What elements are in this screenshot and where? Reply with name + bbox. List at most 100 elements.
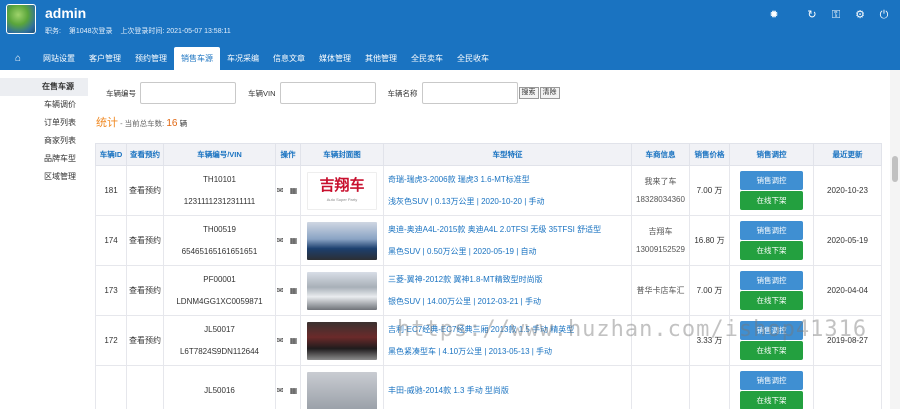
top-header: admin 职务: 第1048次登录 上次登录时间: 2021-05-07 13… (0, 0, 900, 70)
nav-articles[interactable]: 信息文章 (266, 47, 312, 70)
nav-customers[interactable]: 客户管理 (82, 47, 128, 70)
cell-appointment[interactable]: 查看预约 (126, 165, 164, 216)
power-icon[interactable]: ⏻ (876, 8, 892, 22)
dealer-name: 普华卡店车汇 (636, 285, 685, 295)
cover-image[interactable]: 吉翔车 Auto Super Party (307, 171, 377, 210)
feature-model[interactable]: 三菱-翼神-2012款 翼神1.8-MT精致型时尚版 (388, 269, 631, 291)
sidebar-item-on-sale[interactable]: 在售车源 (0, 78, 88, 96)
cell-price: 7.00 万 (689, 265, 730, 316)
scroll-thumb[interactable] (892, 156, 898, 182)
nav-sell-car[interactable]: 全民卖车 (404, 47, 450, 70)
sidebar-item-brands[interactable]: 品牌车型 (0, 150, 88, 168)
edit-icon[interactable]: ✉ (277, 236, 286, 245)
cell-code-vin: JL50017 L6T7824S9DN112644 (163, 315, 276, 366)
theme-icon[interactable]: ✹ (766, 8, 782, 22)
refresh-icon[interactable]: ↻ (804, 8, 820, 22)
stats: 统计 - 当前总车数: 16 辆 (96, 114, 187, 130)
table-header: 车辆ID 查看预约 车辆编号/VIN 操作 车辆封面图 车型特征 车商信息 销售… (95, 143, 882, 166)
offline-button[interactable]: 在线下架 (740, 191, 803, 210)
vin-label: 车辆VIN (248, 88, 276, 98)
cell-updated: 2020-05-19 (813, 215, 882, 266)
vin-input[interactable] (279, 82, 376, 104)
header-tools: ✹ ↻ ⚿ ⚙ ⏻ (758, 8, 892, 22)
dealer-name: 我来了车 (644, 176, 677, 186)
feature-model[interactable]: 奥迪-奥迪A4L-2015款 奥迪A4L 2.0TFSI 无级 35TFSI 舒… (388, 219, 631, 241)
last-login: 上次登录时间: 2021-05-07 13:58:11 (120, 28, 231, 35)
sidebar-item-regions[interactable]: 区域管理 (0, 168, 88, 186)
price-control-button[interactable]: 销售调控 (740, 221, 803, 240)
cell-id (95, 365, 127, 409)
edit-icon[interactable]: ✉ (277, 386, 286, 395)
vehicle-code: JL50017 (204, 324, 235, 334)
offline-button[interactable]: 在线下架 (740, 291, 803, 310)
table-row: 181 查看预约 TH10101 12311112312311111 ✉ ▦ 吉翔车 Aut… (95, 165, 882, 216)
feature-detail: 银色SUV | 14.00万公里 | 2012-03-21 | 手动 (388, 296, 541, 306)
feature-model[interactable]: 奇瑞-瑞虎3-2006款 瑞虎3 1.6-MT标准型 (388, 169, 631, 191)
image-icon[interactable]: ▦ (290, 386, 300, 395)
edit-icon[interactable]: ✉ (277, 186, 286, 195)
cell-control: 销售调控 在线下架 (729, 265, 814, 316)
vehicle-vin: 12311112312311111 (183, 196, 256, 206)
cell-dealer: 我来了车 18328034360 (631, 165, 690, 216)
image-icon[interactable]: ▦ (290, 236, 300, 245)
price-control-button[interactable]: 销售调控 (740, 171, 803, 190)
nav-buy-car[interactable]: 全民收车 (450, 47, 496, 70)
dealer-phone: 18328034360 (636, 194, 685, 204)
vehicle-vin: LDNM4GG1XC0059871 (176, 296, 263, 306)
name-input[interactable] (421, 82, 518, 104)
cell-dealer: 普华卡店车汇 (631, 265, 690, 316)
vehicle-code: TH10101 (203, 174, 236, 184)
scrollbar[interactable] (890, 70, 900, 409)
avatar[interactable] (6, 4, 36, 34)
col-control: 销售调控 (729, 143, 814, 166)
sidebar-item-price-adjust[interactable]: 车辆调价 (0, 96, 88, 114)
sidebar-item-orders[interactable]: 订单列表 (0, 114, 88, 132)
feature-model[interactable]: 丰田-威驰-2014款 1.3 手动 型尚版 (388, 380, 631, 402)
cell-cover (300, 315, 384, 366)
cover-image[interactable] (307, 271, 377, 310)
main-nav: ⌂ 网站设置 客户管理 预约管理 销售车源 车况采编 信息文章 媒体管理 其他管… (0, 47, 496, 70)
price-value: 7.00 (696, 286, 713, 295)
price-control-button[interactable]: 销售调控 (740, 371, 803, 390)
clear-button[interactable]: 清除 (539, 87, 560, 99)
gear-icon[interactable]: ⚙ (852, 8, 868, 22)
sidebar-item-dealers[interactable]: 商家列表 (0, 132, 88, 150)
edit-icon[interactable]: ✉ (277, 286, 286, 295)
home-icon[interactable]: ⌂ (0, 47, 36, 70)
cell-appointment[interactable]: 查看预约 (126, 215, 164, 266)
nav-inspection[interactable]: 车况采编 (220, 47, 266, 70)
vehicle-code: PF00001 (203, 274, 236, 284)
cover-image[interactable] (307, 221, 377, 260)
key-icon[interactable]: ⚿ (828, 8, 844, 22)
col-actions: 操作 (275, 143, 301, 166)
search-button[interactable]: 搜索 (518, 87, 539, 99)
cell-appointment[interactable]: 查看预约 (126, 315, 164, 366)
nav-media[interactable]: 媒体管理 (312, 47, 358, 70)
col-appointment: 查看预约 (126, 143, 164, 166)
sidebar: 在售车源 车辆调价 订单列表 商家列表 品牌车型 区域管理 (0, 78, 88, 186)
image-icon[interactable]: ▦ (290, 336, 300, 345)
offline-button[interactable]: 在线下架 (740, 341, 803, 360)
edit-icon[interactable]: ✉ (277, 336, 286, 345)
vehicle-vin: 65465165161651651 (181, 246, 258, 256)
stats-count: 16 (166, 118, 178, 129)
image-icon[interactable]: ▦ (290, 186, 300, 195)
cell-actions: ✉ ▦ (275, 265, 301, 316)
nav-appointments[interactable]: 预约管理 (128, 47, 174, 70)
image-icon[interactable]: ▦ (290, 286, 300, 295)
nav-site-settings[interactable]: 网站设置 (36, 47, 82, 70)
nav-other[interactable]: 其他管理 (358, 47, 404, 70)
code-input[interactable] (140, 82, 236, 104)
cell-features: 奥迪-奥迪A4L-2015款 奥迪A4L 2.0TFSI 无级 35TFSI 舒… (383, 215, 632, 266)
cell-updated: 2020-10-23 (813, 165, 882, 216)
cell-id: 172 (95, 315, 127, 366)
offline-button[interactable]: 在线下架 (740, 391, 803, 409)
cover-image[interactable] (307, 321, 377, 360)
nav-sales-vehicles[interactable]: 销售车源 (174, 47, 220, 70)
cell-appointment[interactable] (126, 365, 164, 409)
price-control-button[interactable]: 销售调控 (740, 271, 803, 290)
cell-appointment[interactable]: 查看预约 (126, 265, 164, 316)
offline-button[interactable]: 在线下架 (740, 241, 803, 260)
feature-detail: 黑色紧凑型车 | 4.10万公里 | 2013-05-13 | 手动 (388, 346, 553, 356)
cover-image[interactable] (307, 371, 377, 409)
